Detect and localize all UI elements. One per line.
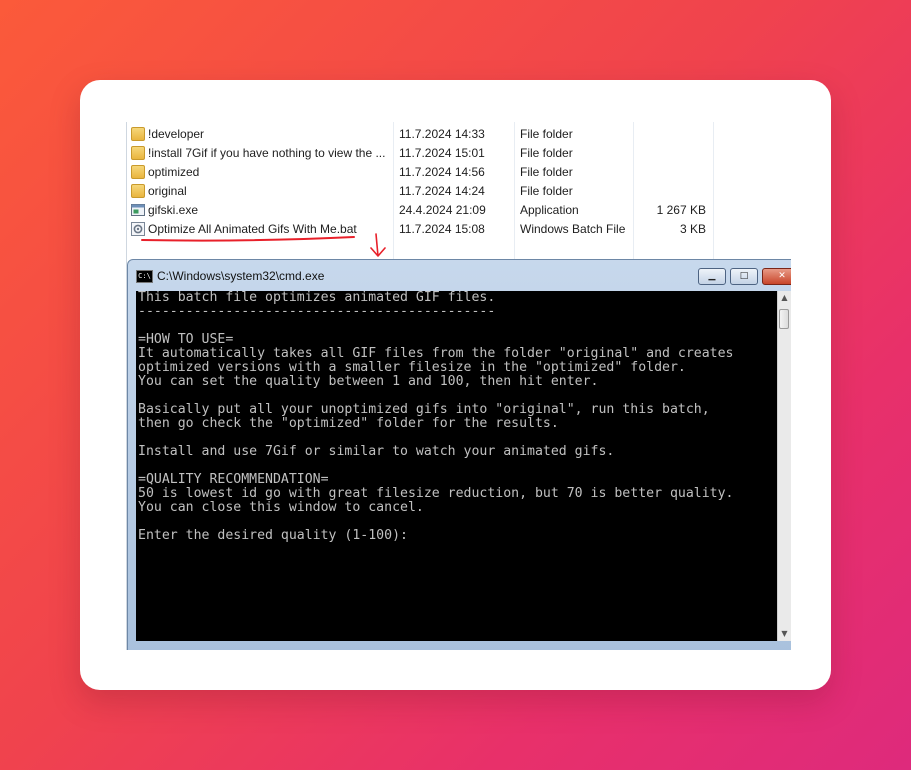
console-line: then go check the "optimized" folder for… <box>138 416 559 431</box>
file-row[interactable]: optimized 11.7.2024 14:56 File folder <box>126 163 791 182</box>
screenshot-frame: !developer 11.7.2024 14:33 File folder !… <box>126 122 791 650</box>
file-row[interactable]: !developer 11.7.2024 14:33 File folder <box>126 125 791 144</box>
file-date: 11.7.2024 15:08 <box>399 222 485 236</box>
file-date: 11.7.2024 14:24 <box>399 184 485 198</box>
file-type: File folder <box>520 127 573 141</box>
file-name: Optimize All Animated Gifs With Me.bat <box>148 222 357 236</box>
vertical-scrollbar[interactable]: ▲ ▼ <box>777 291 791 641</box>
folder-icon <box>131 146 145 160</box>
console-line: =QUALITY RECOMMENDATION= <box>138 472 329 487</box>
folder-icon <box>131 165 145 179</box>
file-date: 11.7.2024 14:33 <box>399 127 485 141</box>
cmd-app-icon: C:\ <box>136 270 153 283</box>
scroll-down-icon[interactable]: ▼ <box>778 627 791 641</box>
minimize-button[interactable]: ▁ <box>698 268 726 285</box>
scroll-up-icon[interactable]: ▲ <box>778 291 791 305</box>
file-type: File folder <box>520 146 573 160</box>
file-size: 1 267 KB <box>656 203 706 217</box>
file-name: optimized <box>148 165 200 179</box>
cmd-window: C:\ C:\Windows\system32\cmd.exe ▁ □ ✕ Th… <box>127 259 791 650</box>
file-row[interactable]: gifski.exe 24.4.2024 21:09 Application 1… <box>126 201 791 220</box>
maximize-button[interactable]: □ <box>730 268 758 285</box>
application-icon <box>131 204 145 216</box>
scrollbar-thumb[interactable] <box>779 309 789 329</box>
file-row-highlighted[interactable]: Optimize All Animated Gifs With Me.bat 1… <box>126 220 791 239</box>
console-line: optimized versions with a smaller filesi… <box>138 360 686 375</box>
close-button[interactable]: ✕ <box>762 268 791 285</box>
file-row[interactable]: !install 7Gif if you have nothing to vie… <box>126 144 791 163</box>
console-line: =HOW TO USE= <box>138 332 234 347</box>
file-name: original <box>148 184 187 198</box>
cmd-titlebar[interactable]: C:\ C:\Windows\system32\cmd.exe ▁ □ ✕ <box>128 260 791 290</box>
console-line: ----------------------------------------… <box>138 304 496 319</box>
console-line: You can close this window to cancel. <box>138 500 424 515</box>
file-type: File folder <box>520 165 573 179</box>
console-line: Install and use 7Gif or similar to watch… <box>138 444 615 459</box>
console-line: 50 is lowest id go with great filesize r… <box>138 486 734 501</box>
folder-icon <box>131 184 145 198</box>
file-name: !developer <box>148 127 205 141</box>
file-date: 11.7.2024 15:01 <box>399 146 485 160</box>
file-explorer-list: !developer 11.7.2024 14:33 File folder !… <box>126 122 791 650</box>
file-type: Application <box>520 203 579 217</box>
file-size: 3 KB <box>679 222 706 236</box>
console-line: This batch file optimizes animated GIF f… <box>138 291 496 305</box>
file-date: 11.7.2024 14:56 <box>399 165 485 179</box>
window-title: C:\Windows\system32\cmd.exe <box>157 269 325 283</box>
file-name: gifski.exe <box>148 203 199 217</box>
file-date: 24.4.2024 21:09 <box>399 203 486 217</box>
file-type: Windows Batch File <box>520 222 626 236</box>
file-name: !install 7Gif if you have nothing to vie… <box>148 146 386 160</box>
console-prompt[interactable]: Enter the desired quality (1-100): <box>138 529 408 543</box>
console-line: Basically put all your unoptimized gifs … <box>138 402 710 417</box>
console-line: It automatically takes all GIF files fro… <box>138 346 734 361</box>
console-line: You can set the quality between 1 and 10… <box>138 374 599 389</box>
console-output[interactable]: This batch file optimizes animated GIF f… <box>136 291 777 641</box>
file-type: File folder <box>520 184 573 198</box>
folder-icon <box>131 127 145 141</box>
file-row[interactable]: original 11.7.2024 14:24 File folder <box>126 182 791 201</box>
batch-file-icon <box>131 222 145 236</box>
